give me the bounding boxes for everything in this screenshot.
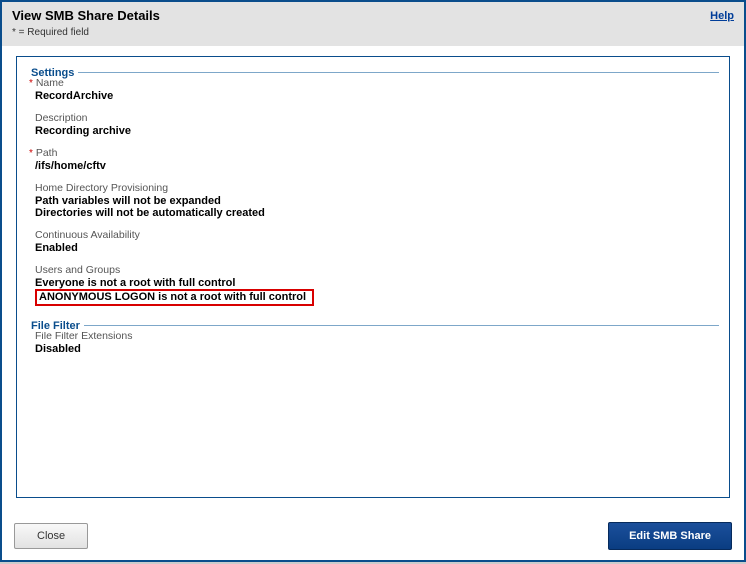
field-path-value: /ifs/home/cftv xyxy=(35,160,719,172)
field-users-groups-label: Users and Groups xyxy=(35,264,719,276)
field-name-label: * Name xyxy=(35,77,719,89)
field-file-filter-ext-value: Disabled xyxy=(35,343,719,355)
section-divider xyxy=(27,72,719,73)
field-path: * Path /ifs/home/cftv xyxy=(35,147,719,172)
field-name: * Name RecordArchive xyxy=(35,77,719,102)
field-homedir-value1: Path variables will not be expanded xyxy=(35,195,719,207)
content-area: Settings * Name RecordArchive Descriptio… xyxy=(16,56,730,498)
section-file-filter: File Filter File Filter Extensions Disab… xyxy=(27,320,719,355)
field-continuous-availability: Continuous Availability Enabled xyxy=(35,229,719,254)
dialog-content: Settings * Name RecordArchive Descriptio… xyxy=(2,46,744,514)
dialog-header: View SMB Share Details * = Required fiel… xyxy=(2,2,744,46)
required-asterisk-icon: * xyxy=(29,78,33,89)
highlight-anonymous-logon: ANONYMOUS LOGON is not a root with full … xyxy=(35,289,314,306)
field-users-groups: Users and Groups Everyone is not a root … xyxy=(35,264,719,306)
field-file-filter-ext: File Filter Extensions Disabled xyxy=(35,330,719,355)
field-file-filter-ext-label: File Filter Extensions xyxy=(35,330,719,342)
field-name-value: RecordArchive xyxy=(35,90,719,102)
field-description-value: Recording archive xyxy=(35,125,719,137)
section-settings-title: Settings xyxy=(27,67,78,79)
field-path-label-text: Path xyxy=(36,147,58,159)
field-users-groups-value1: Everyone is not a root with full control xyxy=(35,277,719,289)
field-description-label: Description xyxy=(35,112,719,124)
field-users-groups-value2: ANONYMOUS LOGON is not a root with full … xyxy=(39,291,306,303)
field-homedir-label: Home Directory Provisioning xyxy=(35,182,719,194)
section-settings: Settings * Name RecordArchive Descriptio… xyxy=(27,67,719,306)
required-asterisk-icon: * xyxy=(29,148,33,159)
dialog-window: View SMB Share Details * = Required fiel… xyxy=(0,0,746,562)
required-field-note: * = Required field xyxy=(12,27,160,38)
dialog-title: View SMB Share Details xyxy=(12,8,160,23)
field-path-label: * Path xyxy=(35,147,719,159)
field-homedir: Home Directory Provisioning Path variabl… xyxy=(35,182,719,219)
dialog-footer: Close Edit SMB Share xyxy=(2,514,744,560)
edit-smb-share-button[interactable]: Edit SMB Share xyxy=(608,522,732,550)
help-link[interactable]: Help xyxy=(710,10,734,22)
field-description: Description Recording archive xyxy=(35,112,719,137)
field-homedir-value2: Directories will not be automatically cr… xyxy=(35,207,719,219)
section-divider xyxy=(27,325,719,326)
field-ca-label: Continuous Availability xyxy=(35,229,719,241)
header-left: View SMB Share Details * = Required fiel… xyxy=(12,8,160,38)
section-file-filter-title: File Filter xyxy=(27,320,84,332)
close-button[interactable]: Close xyxy=(14,523,88,549)
field-ca-value: Enabled xyxy=(35,242,719,254)
